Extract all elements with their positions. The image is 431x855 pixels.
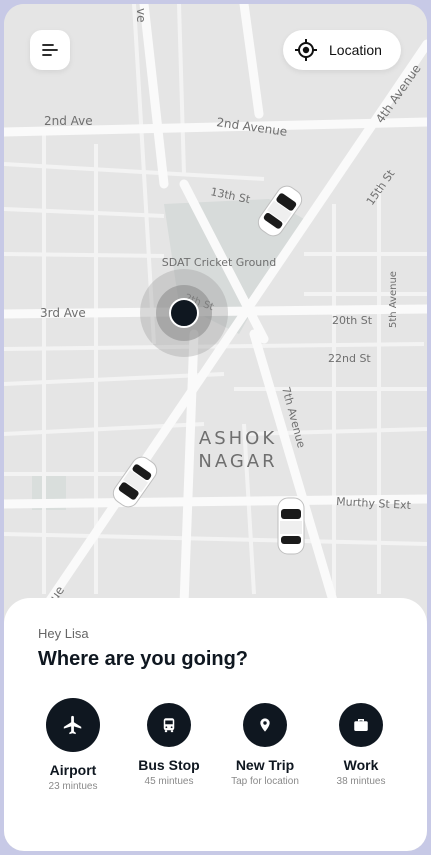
airplane-icon — [63, 715, 82, 735]
bus-icon — [163, 718, 175, 733]
greeting-text: Hey Lisa — [38, 626, 89, 641]
location-button-label: Location — [329, 42, 382, 58]
car-icon — [277, 497, 305, 555]
briefcase-icon — [354, 719, 368, 731]
airport-button[interactable]: Airport 23 mintues — [23, 698, 123, 792]
action-title: Bus Stop — [138, 757, 200, 773]
crosshair-icon — [295, 39, 317, 61]
quick-destinations: Airport 23 mintues Bus Stop 45 mintues N… — [4, 698, 427, 808]
app-frame: 2nd Ave 2nd Avenue 4th Avenue 13th St 15… — [4, 4, 427, 851]
street-label: 5th Avenue — [388, 271, 399, 328]
briefcase-icon-circle — [339, 703, 383, 747]
menu-icon — [42, 44, 58, 56]
work-button[interactable]: Work 38 mintues — [311, 698, 411, 787]
area-label: NAGAR — [198, 451, 277, 472]
action-subtitle: 38 mintues — [336, 776, 386, 787]
street-label: ve — [134, 8, 148, 22]
action-title: Airport — [49, 762, 97, 778]
bus-icon-circle — [147, 703, 191, 747]
street-label: 3rd Ave — [40, 306, 86, 320]
area-label: ASHOK — [199, 428, 277, 449]
action-title: New Trip — [235, 757, 295, 773]
location-pin-icon-circle — [243, 703, 287, 747]
action-subtitle: 45 mintues — [144, 776, 194, 787]
airport-icon-circle — [46, 698, 100, 752]
location-pin-icon — [260, 718, 270, 732]
page-title: Where are you going? — [38, 648, 249, 670]
street-label: 22nd St — [328, 352, 371, 365]
new-trip-button[interactable]: New Trip Tap for location — [215, 698, 315, 787]
place-label: SDAT Cricket Ground — [162, 256, 276, 269]
action-title: Work — [343, 757, 379, 773]
current-location-marker — [140, 269, 228, 357]
street-label: 2nd Ave — [44, 114, 93, 128]
street-label: 20th St — [332, 314, 373, 327]
action-subtitle: 23 mintues — [48, 781, 98, 792]
action-subtitle: Tap for location — [231, 776, 299, 787]
menu-button[interactable] — [30, 30, 70, 70]
bus-stop-button[interactable]: Bus Stop 45 mintues — [119, 698, 219, 787]
bottom-sheet: Hey Lisa Where are you going? Airport 23… — [4, 598, 427, 851]
location-button[interactable]: Location — [283, 30, 401, 70]
